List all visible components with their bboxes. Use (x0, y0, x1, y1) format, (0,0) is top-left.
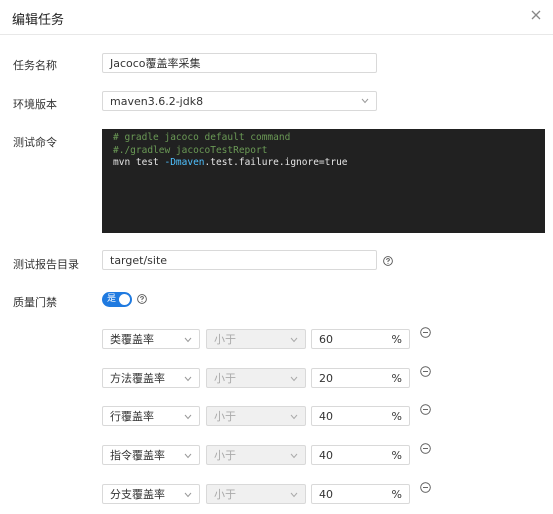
percent-suffix: % (391, 488, 402, 501)
metric-value: 类覆盖率 (110, 333, 154, 346)
remove-rule-icon[interactable] (420, 404, 431, 415)
code-line-3-rest: .test.failure.ignore=true (204, 157, 348, 168)
code-line-1: # gradle jacoco default command (113, 132, 291, 143)
rule-row: 方法覆盖率 小于 20 % (0, 366, 553, 390)
env-version-value: maven3.6.2-jdk8 (110, 95, 204, 108)
chevron-down-icon (290, 492, 298, 498)
dialog-header: 编辑任务 (0, 0, 553, 35)
operator-value: 小于 (214, 372, 236, 385)
remove-rule-icon[interactable] (420, 327, 431, 338)
toggle-text: 是 (107, 294, 117, 304)
percent-suffix: % (391, 333, 402, 346)
chevron-down-icon (184, 414, 192, 420)
metric-value: 行覆盖率 (110, 410, 154, 423)
rule-row: 分支覆盖率 小于 40 % (0, 482, 553, 506)
metric-value: 指令覆盖率 (110, 449, 165, 462)
threshold-input[interactable]: 40 % (311, 484, 410, 504)
task-name-input[interactable]: Jacoco覆盖率采集 (102, 53, 377, 73)
code-line-3-flag: -Dmaven (164, 157, 205, 168)
threshold-value: 40 (319, 449, 333, 462)
report-dir-label: 测试报告目录 (13, 258, 79, 271)
metric-select[interactable]: 指令覆盖率 (102, 445, 200, 465)
close-icon[interactable] (529, 8, 543, 22)
operator-value: 小于 (214, 488, 236, 501)
threshold-input[interactable]: 40 % (311, 406, 410, 426)
chevron-down-icon (290, 376, 298, 382)
code-line-3-cmd: mvn test (113, 157, 165, 168)
rule-row: 指令覆盖率 小于 40 % (0, 443, 553, 467)
operator-value: 小于 (214, 410, 236, 423)
quality-gate-label: 质量门禁 (13, 296, 57, 309)
metric-value: 分支覆盖率 (110, 488, 165, 501)
threshold-input[interactable]: 40 % (311, 445, 410, 465)
metric-select[interactable]: 行覆盖率 (102, 406, 200, 426)
percent-suffix: % (391, 372, 402, 385)
remove-rule-icon[interactable] (420, 443, 431, 454)
chevron-down-icon (184, 492, 192, 498)
env-version-label: 环境版本 (13, 98, 57, 111)
operator-value: 小于 (214, 449, 236, 462)
threshold-input[interactable]: 60 % (311, 329, 410, 349)
task-name-value: Jacoco覆盖率采集 (110, 57, 201, 70)
help-icon[interactable] (137, 294, 147, 304)
percent-suffix: % (391, 410, 402, 423)
metric-select[interactable]: 分支覆盖率 (102, 484, 200, 504)
threshold-value: 20 (319, 372, 333, 385)
code-line-3: mvn test -Dmaven.test.failure.ignore=tru… (113, 157, 534, 170)
metric-select[interactable]: 方法覆盖率 (102, 368, 200, 388)
chevron-down-icon (290, 414, 298, 420)
test-command-editor[interactable]: # gradle jacoco default command #./gradl… (102, 129, 545, 233)
rule-row: 行覆盖率 小于 40 % (0, 404, 553, 428)
operator-value: 小于 (214, 333, 236, 346)
quality-gate-toggle[interactable]: 是 (102, 292, 132, 307)
remove-rule-icon[interactable] (420, 366, 431, 377)
report-dir-input[interactable]: target/site (102, 250, 377, 270)
chevron-down-icon (290, 337, 298, 343)
help-icon[interactable] (383, 256, 393, 266)
metric-value: 方法覆盖率 (110, 372, 165, 385)
env-version-select[interactable]: maven3.6.2-jdk8 (102, 91, 377, 111)
threshold-value: 60 (319, 333, 333, 346)
threshold-value: 40 (319, 410, 333, 423)
dialog-title: 编辑任务 (12, 13, 65, 28)
test-command-label: 测试命令 (13, 136, 57, 149)
task-name-label: 任务名称 (13, 59, 57, 72)
threshold-input[interactable]: 20 % (311, 368, 410, 388)
operator-select[interactable]: 小于 (206, 445, 306, 465)
chevron-down-icon (361, 98, 369, 104)
report-dir-value: target/site (110, 254, 168, 267)
chevron-down-icon (184, 453, 192, 459)
metric-select[interactable]: 类覆盖率 (102, 329, 200, 349)
remove-rule-icon[interactable] (420, 482, 431, 493)
chevron-down-icon (184, 376, 192, 382)
operator-select[interactable]: 小于 (206, 329, 306, 349)
operator-select[interactable]: 小于 (206, 368, 306, 388)
threshold-value: 40 (319, 488, 333, 501)
operator-select[interactable]: 小于 (206, 484, 306, 504)
chevron-down-icon (290, 453, 298, 459)
chevron-down-icon (184, 337, 192, 343)
rule-row: 类覆盖率 小于 60 % (0, 327, 553, 351)
operator-select[interactable]: 小于 (206, 406, 306, 426)
toggle-knob (119, 294, 130, 305)
code-line-2: #./gradlew jacocoTestReport (113, 144, 268, 156)
percent-suffix: % (391, 449, 402, 462)
